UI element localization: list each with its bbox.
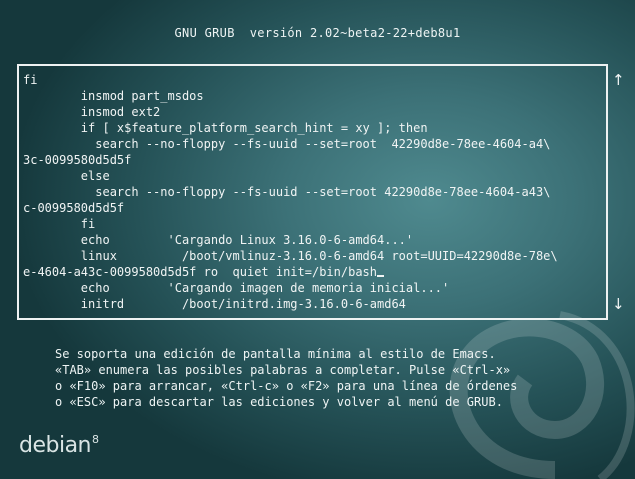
editor-line[interactable]: fi [23,216,558,232]
editor-line[interactable]: fi [23,72,558,88]
editor-line[interactable]: insmod ext2 [23,104,558,120]
text-cursor [377,275,385,277]
editor-line-text[interactable]: e-4604-a43c-0099580d5d5f ro quiet init=/… [23,265,377,279]
help-line: Se soporta una edición de pantalla mínim… [55,347,496,361]
scroll-down-arrow-icon: ↓ [612,295,625,313]
editor-line-with-cursor[interactable]: e-4604-a43c-0099580d5d5f ro quiet init=/… [23,264,558,280]
help-line: «TAB» enumera las posibles palabras a co… [55,363,511,377]
editor-line[interactable]: echo 'Cargando imagen de memoria inicial… [23,280,558,296]
editor-line[interactable]: linux /boot/vmlinuz-3.16.0-6-amd64 root=… [23,248,558,264]
debian-version-number: 8 [92,433,99,446]
editor-line[interactable]: else [23,168,558,184]
editor-line[interactable]: if [ x$feature_platform_search_hint = xy… [23,120,558,136]
editor-line[interactable]: insmod part_msdos [23,88,558,104]
editor-line[interactable]: echo 'Cargando Linux 3.16.0-6-amd64...' [23,232,558,248]
debian-logo: debian8 [19,433,99,458]
editor-line[interactable]: search --no-floppy --fs-uuid --set=root … [23,136,558,152]
editor-text-area[interactable]: fi insmod part_msdos insmod ext2 if [ x$… [23,72,558,312]
editor-line[interactable]: search --no-floppy --fs-uuid --set=root … [23,184,558,200]
editor-line[interactable]: 3c-0099580d5d5f [23,152,558,168]
grub-version-header: GNU GRUB versión 2.02~beta2-22+deb8u1 [174,26,461,40]
help-text: Se soporta una edición de pantalla mínim… [55,346,517,410]
debian-logo-text: debian [19,433,92,458]
editor-line[interactable]: c-0099580d5d5f [23,200,558,216]
help-line: o «F10» para arrancar, «Ctrl-c» o «F2» p… [55,379,518,393]
help-line: o «ESC» para descartar las ediciones y v… [55,395,503,409]
editor-line[interactable]: initrd /boot/initrd.img-3.16.0-6-amd64 [23,296,558,312]
scroll-up-arrow-icon: ↑ [612,71,625,89]
grub-entry-editor[interactable]: fi insmod part_msdos insmod ext2 if [ x$… [17,64,608,320]
